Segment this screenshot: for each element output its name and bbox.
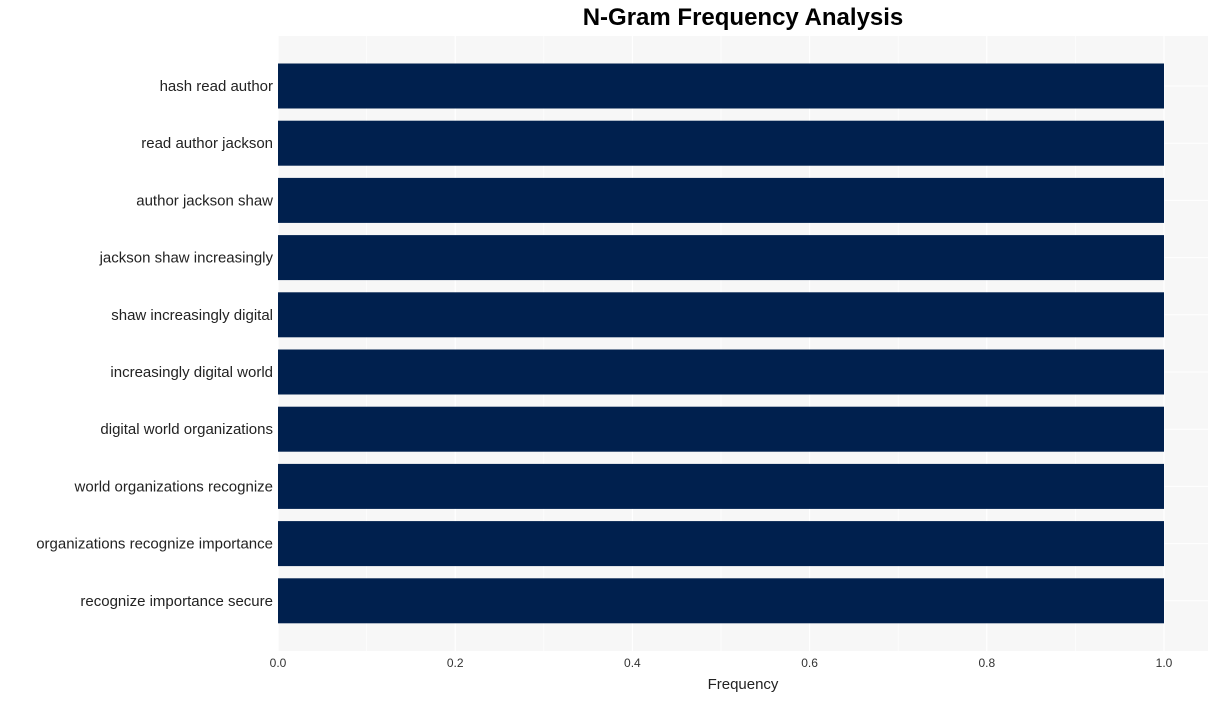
y-tick-label: recognize importance secure (80, 593, 273, 610)
x-tick-label: 0.0 (270, 656, 287, 670)
x-tick-label: 0.8 (978, 656, 995, 670)
x-axis-label: Frequency (708, 676, 779, 693)
bar-chart: hash read author read author jackson autho… (36, 36, 1208, 693)
x-tick-label: 0.6 (801, 656, 818, 670)
y-tick-label: digital world organizations (100, 421, 273, 438)
x-tick-label: 0.2 (447, 656, 464, 670)
y-tick-label: increasingly digital world (110, 364, 273, 381)
bar (278, 578, 1164, 624)
bar (278, 177, 1164, 223)
bar (278, 120, 1164, 166)
bar (278, 349, 1164, 395)
y-tick-label: organizations recognize importance (36, 536, 273, 553)
y-tick-label: author jackson shaw (136, 192, 273, 209)
bar (278, 63, 1164, 109)
bar (278, 463, 1164, 509)
y-tick-label: jackson shaw increasingly (99, 250, 274, 267)
y-tick-label: shaw increasingly digital (111, 307, 273, 324)
y-tick-label: read author jackson (141, 135, 273, 152)
x-tick-label: 1.0 (1156, 656, 1173, 670)
x-tick-label: 0.4 (624, 656, 641, 670)
bar (278, 406, 1164, 452)
bar (278, 235, 1164, 281)
y-tick-label: world organizations recognize (74, 478, 273, 495)
bar (278, 292, 1164, 338)
y-tick-label: hash read author (160, 78, 273, 95)
bar (278, 521, 1164, 567)
